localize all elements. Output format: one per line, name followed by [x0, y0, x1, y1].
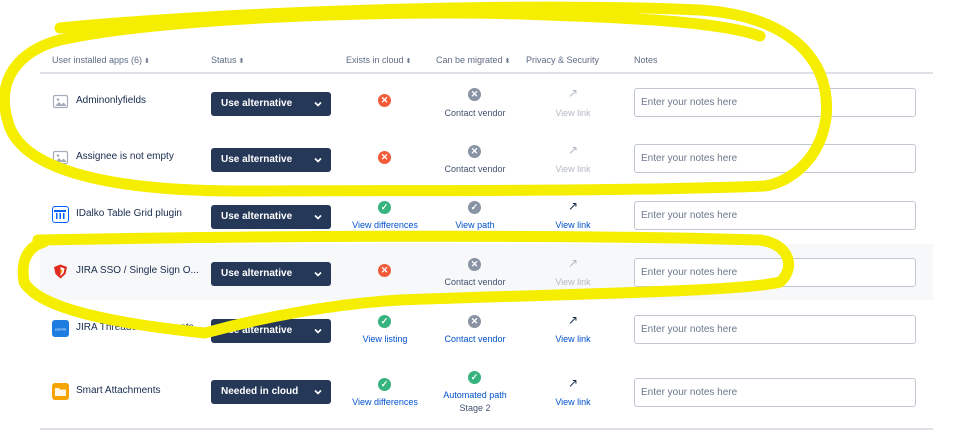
check-icon: ✓: [378, 201, 391, 214]
automated-path-link[interactable]: Automated path: [425, 390, 525, 400]
table-row: comm JIRA Threaded Comments Use alternat…: [40, 301, 933, 357]
column-header-status[interactable]: Status ⬍: [211, 55, 244, 65]
view-link: View link: [555, 164, 591, 174]
app-name: JIRA Threaded Comments: [76, 322, 194, 333]
app-name: JIRA SSO / Single Sign O...: [76, 265, 199, 276]
table-bottom-border: [40, 428, 933, 430]
app-name: Smart Attachments: [76, 385, 161, 396]
column-header-migrate[interactable]: Can be migrated ⬍: [436, 55, 510, 65]
table-grid-icon: [52, 206, 69, 223]
notes-input[interactable]: [634, 378, 916, 407]
contact-vendor-link[interactable]: Contact vendor: [425, 334, 525, 344]
image-placeholder-icon: [52, 149, 69, 166]
cross-icon: ✕: [468, 315, 481, 328]
app-name: IDalko Table Grid plugin: [76, 208, 182, 219]
contact-vendor-text: Contact vendor: [444, 164, 506, 174]
status-select[interactable]: Use alternative: [211, 92, 331, 116]
view-link: View link: [555, 277, 591, 287]
column-header-cloud[interactable]: Exists in cloud ⬍: [346, 55, 411, 65]
contact-vendor-text: Contact vendor: [444, 277, 506, 287]
table-row: Assignee is not empty Use alternative ✕ …: [40, 130, 933, 186]
status-select[interactable]: Use alternative: [211, 148, 331, 172]
chevron-down-icon: [314, 271, 322, 277]
notes-input[interactable]: [634, 315, 916, 344]
app-name: Adminonlyfields: [76, 95, 147, 106]
svg-text:comm: comm: [55, 327, 67, 332]
apps-table: User installed apps (6) ⬍ Status ⬍ Exists …: [40, 0, 933, 434]
error-icon: ✕: [378, 151, 391, 164]
view-link[interactable]: View link: [523, 220, 623, 230]
notes-input[interactable]: [634, 201, 916, 230]
external-link-icon: ↗: [567, 256, 579, 270]
view-differences-link[interactable]: View differences: [335, 220, 435, 230]
external-link-icon: ↗: [567, 86, 579, 100]
view-link[interactable]: View link: [523, 397, 623, 407]
view-differences-link[interactable]: View differences: [335, 397, 435, 407]
cross-icon: ✕: [468, 258, 481, 271]
sort-icon: ⬍: [144, 58, 150, 65]
image-placeholder-icon: [52, 93, 69, 110]
external-link-icon: ↗: [567, 376, 579, 390]
check-icon: ✓: [378, 378, 391, 391]
chevron-down-icon: [314, 157, 322, 163]
notes-input[interactable]: [634, 88, 916, 117]
sort-icon: ⬍: [238, 58, 245, 65]
chevron-down-icon: [314, 389, 322, 395]
status-select[interactable]: Use alternative: [211, 205, 331, 229]
contact-vendor-text: Contact vendor: [444, 108, 506, 118]
folder-icon: [52, 383, 69, 400]
check-grey-icon: ✓: [468, 201, 481, 214]
stage-text: Stage 2: [459, 403, 491, 413]
cross-icon: ✕: [468, 145, 481, 158]
check-icon: ✓: [468, 371, 481, 384]
view-listing-link[interactable]: View listing: [335, 334, 435, 344]
app-name: Assignee is not empty: [76, 151, 174, 162]
table-row: JIRA SSO / Single Sign O... Use alternat…: [40, 244, 933, 300]
table-row: Smart Attachments Needed in cloud ✓ View…: [40, 364, 933, 420]
status-select[interactable]: Needed in cloud: [211, 380, 331, 404]
column-header-notes: Notes: [634, 55, 658, 65]
chevron-down-icon: [314, 101, 322, 107]
table-row: IDalko Table Grid plugin Use alternative…: [40, 187, 933, 243]
chevron-down-icon: [314, 328, 322, 334]
cross-icon: ✕: [468, 88, 481, 101]
error-icon: ✕: [378, 94, 391, 107]
comments-icon: comm: [52, 320, 69, 337]
notes-input[interactable]: [634, 258, 916, 287]
sort-icon: ⬍: [504, 58, 511, 65]
sort-icon: ⬍: [405, 58, 412, 65]
view-link: View link: [555, 108, 591, 118]
notes-input[interactable]: [634, 144, 916, 173]
view-link[interactable]: View link: [523, 334, 623, 344]
status-select[interactable]: Use alternative: [211, 319, 331, 343]
external-link-icon: ↗: [567, 143, 579, 157]
table-row: Adminonlyfields Use alternative ✕ ✕ Cont…: [40, 74, 933, 130]
status-select[interactable]: Use alternative: [211, 262, 331, 286]
view-path-link[interactable]: View path: [425, 220, 525, 230]
shield-icon: [52, 263, 69, 280]
external-link-icon: ↗: [567, 313, 579, 327]
error-icon: ✕: [378, 264, 391, 277]
column-header-privacy: Privacy & Security: [526, 55, 600, 65]
check-icon: ✓: [378, 315, 391, 328]
column-header-apps[interactable]: User installed apps (6) ⬍: [52, 55, 150, 65]
table-header: User installed apps (6) ⬍ Status ⬍ Exists …: [40, 50, 933, 74]
external-link-icon: ↗: [567, 199, 579, 213]
chevron-down-icon: [314, 214, 322, 220]
